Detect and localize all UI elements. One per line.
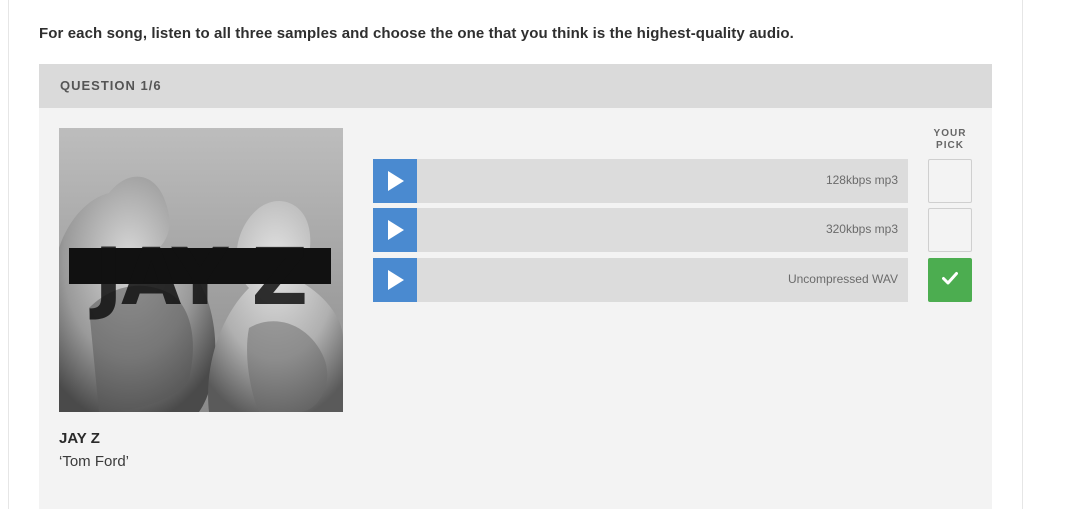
pick-checkbox-wav[interactable] <box>928 258 972 302</box>
quiz-page: For each song, listen to all three sampl… <box>0 0 1081 509</box>
sample-row-320kbps: 320kbps mp3 <box>373 208 908 252</box>
sample-label-128kbps: 128kbps mp3 <box>825 173 898 187</box>
pick-checkbox-320kbps[interactable] <box>928 208 972 252</box>
sample-row-128kbps: 128kbps mp3 <box>373 159 908 203</box>
artist-name: JAY Z <box>59 430 100 447</box>
album-art-text: JAY Z <box>89 233 306 323</box>
play-icon <box>388 270 404 290</box>
play-button-128kbps[interactable] <box>373 159 417 203</box>
question-counter: QUESTION 1/6 <box>60 78 162 93</box>
your-pick-header: YOUR PICK <box>928 128 972 152</box>
pick-header-line-2: PICK <box>936 140 964 151</box>
play-icon <box>388 220 404 240</box>
checkmark-icon <box>942 272 958 285</box>
sample-row-wav: Uncompressed WAV <box>373 258 908 302</box>
play-button-320kbps[interactable] <box>373 208 417 252</box>
right-gutter <box>1023 0 1081 509</box>
album-cover-art: JAY Z <box>59 128 343 412</box>
left-divider <box>8 0 9 509</box>
pick-checkbox-128kbps[interactable] <box>928 159 972 203</box>
question-body: JAY Z JAY Z ‘Tom Ford’ YOUR PICK 128kbps… <box>39 108 992 509</box>
play-icon <box>388 171 404 191</box>
sample-label-320kbps: 320kbps mp3 <box>825 222 898 236</box>
pick-header-line-1: YOUR <box>933 128 967 139</box>
play-button-wav[interactable] <box>373 258 417 302</box>
sample-label-wav: Uncompressed WAV <box>787 272 898 286</box>
song-title: ‘Tom Ford’ <box>59 453 130 470</box>
instructions-text: For each song, listen to all three sampl… <box>39 25 794 42</box>
question-header: QUESTION 1/6 <box>39 64 992 108</box>
